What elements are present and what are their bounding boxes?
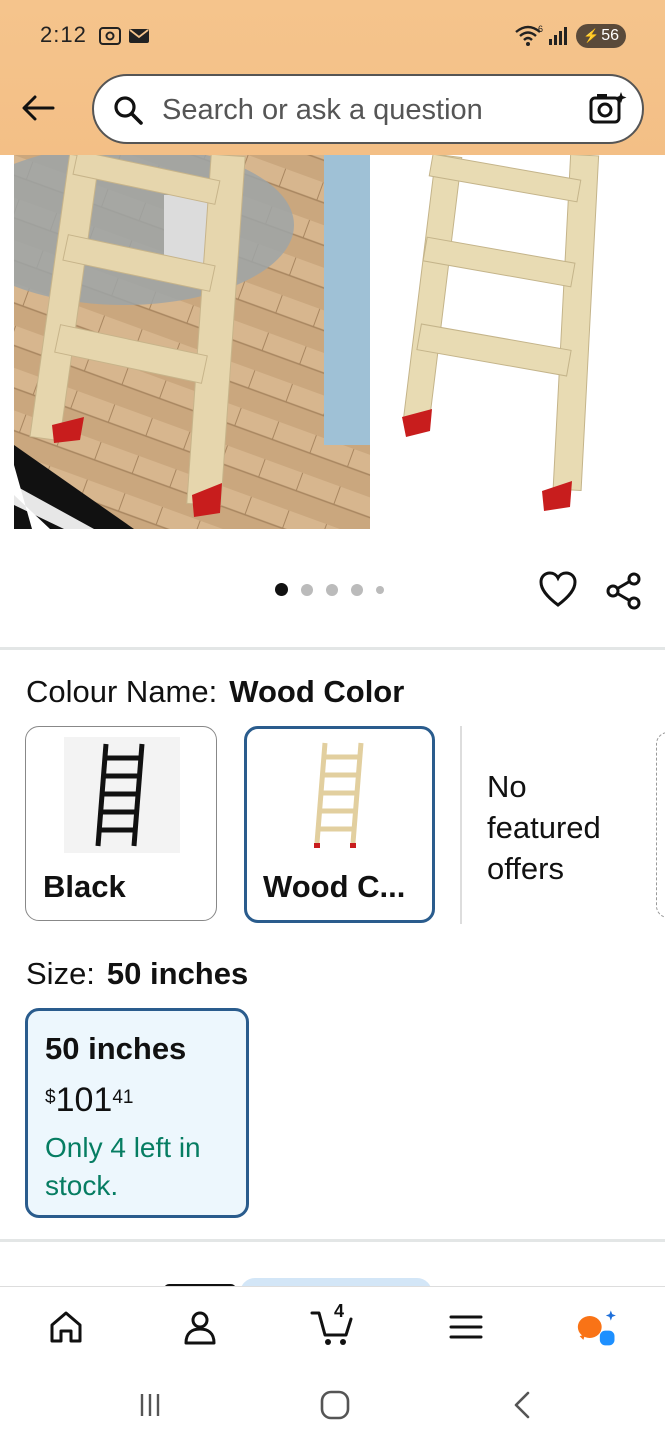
colour-option-wood[interactable]: Wood C... xyxy=(244,726,435,923)
signal-icon xyxy=(548,24,572,51)
size-option-price: $10141 xyxy=(45,1081,133,1120)
search-bar[interactable]: Search or ask a question xyxy=(92,74,644,144)
size-option-50-inches[interactable]: 50 inches $10141 Only 4 left in stock. xyxy=(25,1008,249,1218)
swatch-label: Black xyxy=(43,869,126,904)
search-placeholder: Search or ask a question xyxy=(162,94,483,126)
cart-count-badge: 4 xyxy=(333,1301,344,1321)
nav-account[interactable] xyxy=(178,1305,222,1349)
system-back-button[interactable] xyxy=(502,1388,542,1422)
pagination-dot[interactable] xyxy=(301,583,313,596)
home-circle-icon xyxy=(320,1390,350,1420)
colour-name-row: Colour Name: Wood Color xyxy=(26,674,404,710)
menu-icon xyxy=(449,1315,483,1339)
home-system-button[interactable] xyxy=(315,1388,355,1422)
home-icon xyxy=(50,1311,82,1343)
app-header: 2:12 6 ⚡ 56 Search or ask a question xyxy=(0,0,665,155)
battery-indicator: ⚡ 56 xyxy=(576,24,626,48)
bottom-navigation xyxy=(0,1286,665,1370)
pagination-dot[interactable] xyxy=(376,585,384,594)
product-image-gallery[interactable] xyxy=(0,155,665,535)
chevron-left-icon xyxy=(514,1391,530,1419)
back-button[interactable] xyxy=(18,88,58,128)
recent-apps-button[interactable] xyxy=(130,1388,170,1422)
charging-icon: ⚡ xyxy=(583,28,600,43)
battery-level: 56 xyxy=(601,27,619,44)
pagination-dot[interactable] xyxy=(275,583,288,596)
section-divider xyxy=(0,647,665,650)
colour-selected-value: Wood Color xyxy=(229,674,405,709)
no-featured-offers: No featured offers xyxy=(487,769,601,886)
camera-search-icon[interactable] xyxy=(588,90,628,133)
price-fraction: 41 xyxy=(112,1087,134,1108)
nav-menu[interactable] xyxy=(444,1305,488,1349)
size-row: Size: 50 inches xyxy=(26,956,248,992)
pagination-dot[interactable] xyxy=(351,583,363,596)
gallery-pagination[interactable] xyxy=(275,583,384,596)
size-label: Size: xyxy=(26,956,95,991)
heart-icon[interactable] xyxy=(538,570,578,615)
status-bar: 2:12 6 ⚡ 56 xyxy=(0,0,665,72)
svg-text:6: 6 xyxy=(538,24,543,34)
nav-rufus[interactable] xyxy=(576,1305,620,1349)
person-icon xyxy=(184,1311,216,1345)
colour-option-black[interactable]: Black xyxy=(25,726,217,921)
peek-button xyxy=(240,1278,432,1286)
next-swatch-peek[interactable] xyxy=(656,732,665,918)
section-divider xyxy=(0,1239,665,1242)
rufus-assistant-icon xyxy=(577,1310,616,1346)
mail-icon xyxy=(128,28,150,49)
arrow-left-icon xyxy=(22,95,55,121)
swatch-image-black xyxy=(64,737,180,853)
product-page: 2:12 6 ⚡ 56 Search or ask a question Col… xyxy=(0,0,665,1440)
product-image-lifestyle[interactable] xyxy=(14,155,370,529)
price-currency: $ xyxy=(45,1087,56,1108)
share-icon[interactable] xyxy=(604,571,644,616)
status-time: 2:12 xyxy=(40,22,87,47)
swatch-label: Wood C... xyxy=(263,869,406,904)
search-icon xyxy=(112,94,144,131)
price-whole: 101 xyxy=(55,1081,113,1119)
recent-apps-icon xyxy=(140,1394,160,1416)
product-image-white[interactable] xyxy=(380,155,640,529)
swatch-separator xyxy=(460,726,462,924)
colour-label: Colour Name: xyxy=(26,674,218,709)
size-option-name: 50 inches xyxy=(45,1031,187,1066)
system-navigation-bar xyxy=(0,1370,665,1440)
swatch-image-wood xyxy=(283,737,399,853)
screenshot-icon xyxy=(98,26,122,51)
nav-home[interactable] xyxy=(44,1305,88,1349)
next-section-peek xyxy=(0,1262,665,1286)
pagination-dot[interactable] xyxy=(326,583,338,596)
stock-status: Only 4 left in stock. xyxy=(45,1132,201,1201)
size-selected-value: 50 inches xyxy=(106,956,249,991)
wifi-icon: 6 xyxy=(514,24,544,51)
